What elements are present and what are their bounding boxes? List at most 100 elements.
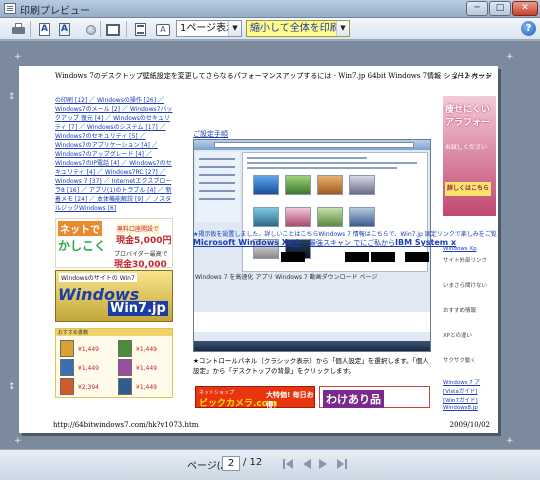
- theme-thumbnail: [253, 175, 279, 195]
- header-footer-button[interactable]: [132, 21, 148, 37]
- screenshot-address-bar: [214, 142, 414, 148]
- full-page-icon: [106, 24, 120, 36]
- section-title: ご設定手順: [193, 130, 228, 138]
- ad-biccamera: ネットショップ ビックカメラ.com 大特価! 毎日お得！: [195, 386, 315, 409]
- redacted-block: [345, 252, 369, 262]
- last-page-icon: [337, 459, 347, 469]
- chevron-down-icon: ▼: [228, 21, 241, 36]
- margin-handle-bottom-left[interactable]: +: [14, 437, 22, 446]
- header-footer-icon: [135, 23, 146, 36]
- screenshot-text-line: [247, 157, 367, 159]
- sidebar-link[interactable]: Windows 7 ア: [443, 378, 480, 386]
- margin-handle-left-bottom[interactable]: ↕: [8, 383, 16, 392]
- preview-page: Windows 7のデスクトップ壁紙設定を変更してさらなるパフォーマンスアップす…: [19, 66, 498, 433]
- ad-wakeari: わけあり品: [319, 386, 430, 408]
- banner-text: Win7.jp: [108, 301, 168, 316]
- book-price: ¥1,449: [136, 365, 157, 372]
- book-price: ¥1,449: [78, 365, 99, 372]
- related-links-text: Windows 7 を高速化 アプリ Windows 7 動画ダウンロード ペー…: [195, 274, 378, 281]
- ad-link[interactable]: Microsoft Windows Xp®: [193, 238, 302, 247]
- theme-thumbnail: [349, 207, 375, 227]
- toolbar-separator: [100, 21, 101, 37]
- book-cover: [118, 340, 132, 357]
- book-price: ¥1,449: [136, 384, 157, 391]
- margin-handle-top-right[interactable]: +: [506, 53, 514, 62]
- screenshot-sidebar: [196, 152, 240, 222]
- ad-text: 痩せにくい アラフォー: [445, 105, 491, 128]
- toolbar-separator: [30, 21, 31, 37]
- last-page-button[interactable]: [336, 458, 348, 470]
- ad-text: かしこく: [58, 239, 107, 253]
- book-ads-header: おすすめ書籍: [56, 329, 172, 336]
- ad-text: 大特価! 毎日お得！: [266, 391, 314, 409]
- page-footer-date: 2009/10/02: [449, 421, 490, 429]
- sidebar-text: いまさら聞けない: [443, 283, 488, 289]
- minimize-button[interactable]: ─: [466, 1, 488, 16]
- ad-link[interactable]: 最強スキャン でにご私から: [309, 238, 395, 248]
- sidebar-link[interactable]: Windows8.jp: [443, 405, 478, 411]
- previous-page-button[interactable]: [300, 458, 312, 470]
- screenshot-theme-panel: [242, 152, 428, 272]
- total-pages: / 12: [243, 457, 263, 468]
- ad-securities: ネットで かしこく 無料口座開設で 現金5,000円 プロバイダー最高で 現金3…: [55, 218, 173, 283]
- margin-handle-top-left[interactable]: +: [14, 53, 22, 62]
- print-button[interactable]: [10, 21, 26, 37]
- banner-text: Windowsのサイトの Win7: [59, 273, 137, 282]
- first-page-icon: [283, 459, 293, 469]
- print-preview-app-icon: [4, 3, 16, 14]
- sidebar-link[interactable]: [Vistaガイド]: [443, 387, 477, 395]
- sidebar-text: XPとの違い: [443, 333, 473, 339]
- category-links-text: の印刷 [12] ／ Windowsの操作 [26] ／ Windows7のメー…: [55, 97, 173, 212]
- maximize-button[interactable]: □: [489, 1, 511, 16]
- ad-diet: 痩せにくい アラフォー お試しください 詳しくはこちら: [443, 96, 496, 216]
- win7-banner: Windowsのサイトの Win7 Windows Win7.jp: [55, 270, 173, 322]
- title-bar: 印刷プレビュー ─ □ ✕: [0, 0, 540, 18]
- book-price: ¥2,394: [78, 384, 99, 391]
- redacted-block: [281, 252, 305, 262]
- print-preview-window: 印刷プレビュー ─ □ ✕ A A A 1ページ表示 ▼ 縮小して全体を印刷 ▼…: [0, 0, 540, 480]
- next-page-button[interactable]: [318, 458, 330, 470]
- close-button[interactable]: ✕: [512, 1, 538, 16]
- page-setup-icon: A: [39, 23, 50, 36]
- help-button[interactable]: ?: [521, 21, 536, 36]
- theme-thumbnail: [317, 175, 343, 195]
- sidebar-text: サイト外部リンク: [443, 258, 488, 264]
- theme-thumbnail: [285, 175, 311, 195]
- window-title: 印刷プレビュー: [20, 6, 90, 17]
- theme-thumbnail: [349, 175, 375, 195]
- page-frame-button[interactable]: A: [56, 21, 72, 37]
- sidebar-text: サクサク動く: [443, 358, 477, 364]
- sidebar-link[interactable]: [Win7ガイド]: [443, 396, 478, 404]
- preview-workspace: + + ↕ ↕ + + Windows 7のデスクトップ壁紙設定を変更してさらな…: [0, 41, 540, 449]
- zoom-select[interactable]: 縮小して全体を印刷する ▼: [246, 20, 350, 37]
- right-sidebar: 痩せにくい アラフォー お試しください 詳しくはこちら Windows Xp サ…: [443, 96, 496, 426]
- page-navigation-bar: ページ(A) 2 / 12: [0, 449, 540, 480]
- page-frame-icon: A: [59, 23, 70, 36]
- toggle-button[interactable]: [82, 21, 98, 37]
- ad-text: ネットで: [58, 221, 102, 236]
- ad-text: お試しください: [445, 144, 488, 151]
- page-footer-url: http://64bitwindows7.com/hk?v1073.htm: [53, 421, 199, 429]
- full-page-button[interactable]: [104, 21, 120, 37]
- screenshot-titlebar: [194, 140, 430, 150]
- screenshot-taskbar: [194, 341, 430, 351]
- view-mode-select[interactable]: 1ページ表示 ▼: [176, 20, 242, 37]
- margin-handle-left-top[interactable]: ↕: [8, 93, 16, 102]
- book-cover: [60, 340, 74, 357]
- screenshot-text-line: [247, 167, 397, 169]
- page-header-title: Windows 7のデスクトップ壁紙設定を変更してさらなるパフォーマンスアップす…: [55, 72, 491, 80]
- book-price: ¥1,449: [136, 346, 157, 353]
- page-number-input[interactable]: 2: [222, 456, 240, 471]
- first-page-button[interactable]: [282, 458, 294, 470]
- theme-thumbnail: [253, 207, 279, 227]
- page-setup-button[interactable]: A: [36, 21, 52, 37]
- ad-text: わけあり品: [323, 390, 384, 408]
- margin-handle-bottom-right[interactable]: +: [506, 437, 514, 446]
- book-cover: [118, 359, 132, 376]
- screenshot-lower-area: [194, 312, 430, 332]
- sidebar-link[interactable]: Windows Xp: [443, 246, 477, 252]
- font-size-button[interactable]: A: [154, 21, 170, 37]
- redacted-block: [371, 252, 395, 262]
- theme-thumbnail: [317, 207, 343, 227]
- toolbar-separator: [126, 21, 127, 37]
